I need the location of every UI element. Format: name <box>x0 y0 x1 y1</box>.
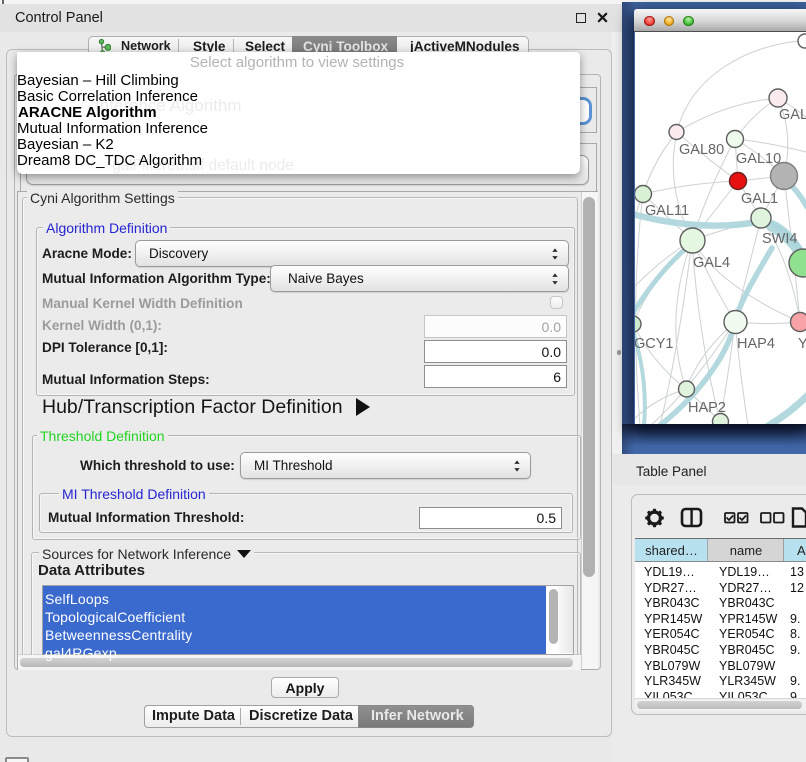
svg-text:Y: Y <box>798 336 806 352</box>
svg-text:GAL1: GAL1 <box>741 191 778 207</box>
svg-text:GAL11: GAL11 <box>645 203 689 219</box>
svg-text:HAP2: HAP2 <box>688 400 726 416</box>
svg-text:GCY1: GCY1 <box>635 336 674 352</box>
svg-text:GAL10: GAL10 <box>736 151 781 167</box>
svg-text:SWI4: SWI4 <box>762 231 797 247</box>
svg-text:GAL4: GAL4 <box>693 255 730 271</box>
svg-text:HAP4: HAP4 <box>737 336 775 352</box>
svg-text:GAL: GAL <box>779 107 806 123</box>
svg-text:GAL80: GAL80 <box>679 142 724 158</box>
